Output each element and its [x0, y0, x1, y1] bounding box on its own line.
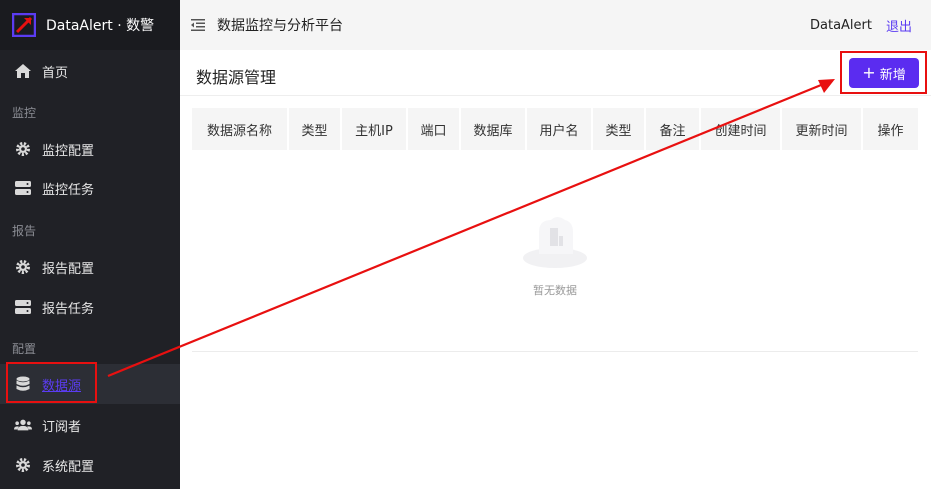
- page-title: 数据源管理: [196, 68, 277, 87]
- server-icon: [14, 179, 32, 197]
- home-icon: [14, 62, 32, 80]
- column-header[interactable]: 备注: [646, 108, 701, 150]
- column-header[interactable]: 主机IP: [342, 108, 408, 150]
- group-label-report: 报告: [12, 224, 37, 238]
- column-header[interactable]: 用户名: [527, 108, 593, 150]
- sidebar-item-system-config[interactable]: 系统配置: [0, 445, 180, 485]
- gear-icon: [14, 456, 32, 474]
- top-header: 数据监控与分析平台 DataAlert 退出: [180, 0, 931, 50]
- column-header[interactable]: 更新时间: [782, 108, 863, 150]
- sidebar-item-report-config[interactable]: 报告配置: [0, 247, 180, 287]
- sidebar: DataAlert · 数警 首页 监控 监控配置 监控任务 报告 报告配置 报…: [0, 0, 180, 489]
- sidebar-item-label: 首页: [42, 65, 69, 81]
- gear-icon: [14, 258, 32, 276]
- sidebar-item-label: 订阅者: [42, 419, 82, 435]
- column-header[interactable]: 端口: [408, 108, 461, 150]
- divider: [180, 95, 931, 96]
- sidebar-item-label: 监控配置: [42, 143, 95, 159]
- brand-name: DataAlert · 数警: [46, 18, 155, 34]
- sidebar-item-monitor-task[interactable]: 监控任务: [0, 168, 180, 208]
- column-header[interactable]: 数据库: [461, 108, 527, 150]
- column-header[interactable]: 创建时间: [701, 108, 782, 150]
- empty-state: 暂无数据: [192, 150, 918, 352]
- logout-link[interactable]: 退出: [886, 16, 912, 35]
- empty-box-icon: [521, 214, 589, 274]
- datasource-table: 数据源名称 类型 主机IP 端口 数据库 用户名 类型 备注 创建时间 更新时间…: [192, 108, 918, 150]
- column-header[interactable]: 类型: [289, 108, 342, 150]
- sidebar-item-label: 报告任务: [42, 301, 95, 317]
- main-content: 数据源管理 + 新增 数据源名称 类型 主机IP 端口 数据库 用户名 类型 备…: [180, 50, 931, 489]
- logo-icon: [11, 12, 37, 38]
- group-label-monitor: 监控: [12, 106, 37, 120]
- sidebar-item-subscribers[interactable]: 订阅者: [0, 405, 180, 445]
- gear-icon: [14, 140, 32, 158]
- platform-title: 数据监控与分析平台: [217, 18, 343, 34]
- sidebar-item-report-task[interactable]: 报告任务: [0, 287, 180, 327]
- sidebar-item-monitor-config[interactable]: 监控配置: [0, 129, 180, 169]
- user-name: DataAlert: [810, 17, 872, 33]
- column-header[interactable]: 类型: [593, 108, 646, 150]
- menu-collapse-icon[interactable]: [191, 19, 205, 31]
- table-header: 数据源名称 类型 主机IP 端口 数据库 用户名 类型 备注 创建时间 更新时间…: [192, 108, 918, 150]
- annotation-box-add-button: [840, 51, 927, 94]
- column-header[interactable]: 操作: [863, 108, 918, 150]
- annotation-box-datasource: [6, 362, 97, 403]
- sidebar-item-label: 监控任务: [42, 182, 95, 198]
- brand[interactable]: DataAlert · 数警: [0, 0, 180, 50]
- column-header[interactable]: 数据源名称: [192, 108, 289, 150]
- empty-text: 暂无数据: [533, 284, 577, 297]
- users-icon: [14, 416, 32, 434]
- server-icon: [14, 298, 32, 316]
- group-label-config: 配置: [12, 342, 37, 356]
- sidebar-item-label: 系统配置: [42, 459, 95, 475]
- sidebar-item-label: 报告配置: [42, 261, 95, 277]
- sidebar-item-home[interactable]: 首页: [0, 51, 180, 91]
